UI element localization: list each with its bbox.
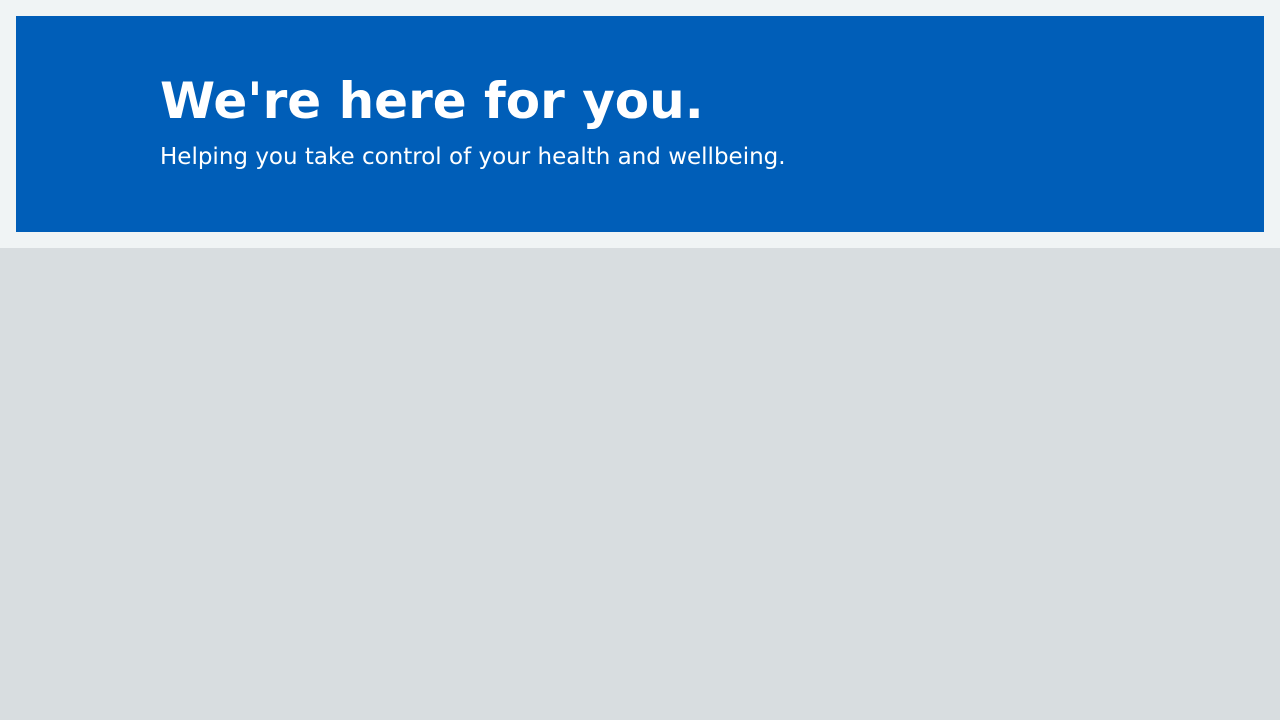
page-body [0,248,1280,720]
hero-band: We're here for you. Helping you take con… [0,0,1280,248]
hero-banner: We're here for you. Helping you take con… [16,16,1264,232]
hero-subtitle: Helping you take control of your health … [160,144,786,170]
hero-title: We're here for you. [160,72,704,130]
